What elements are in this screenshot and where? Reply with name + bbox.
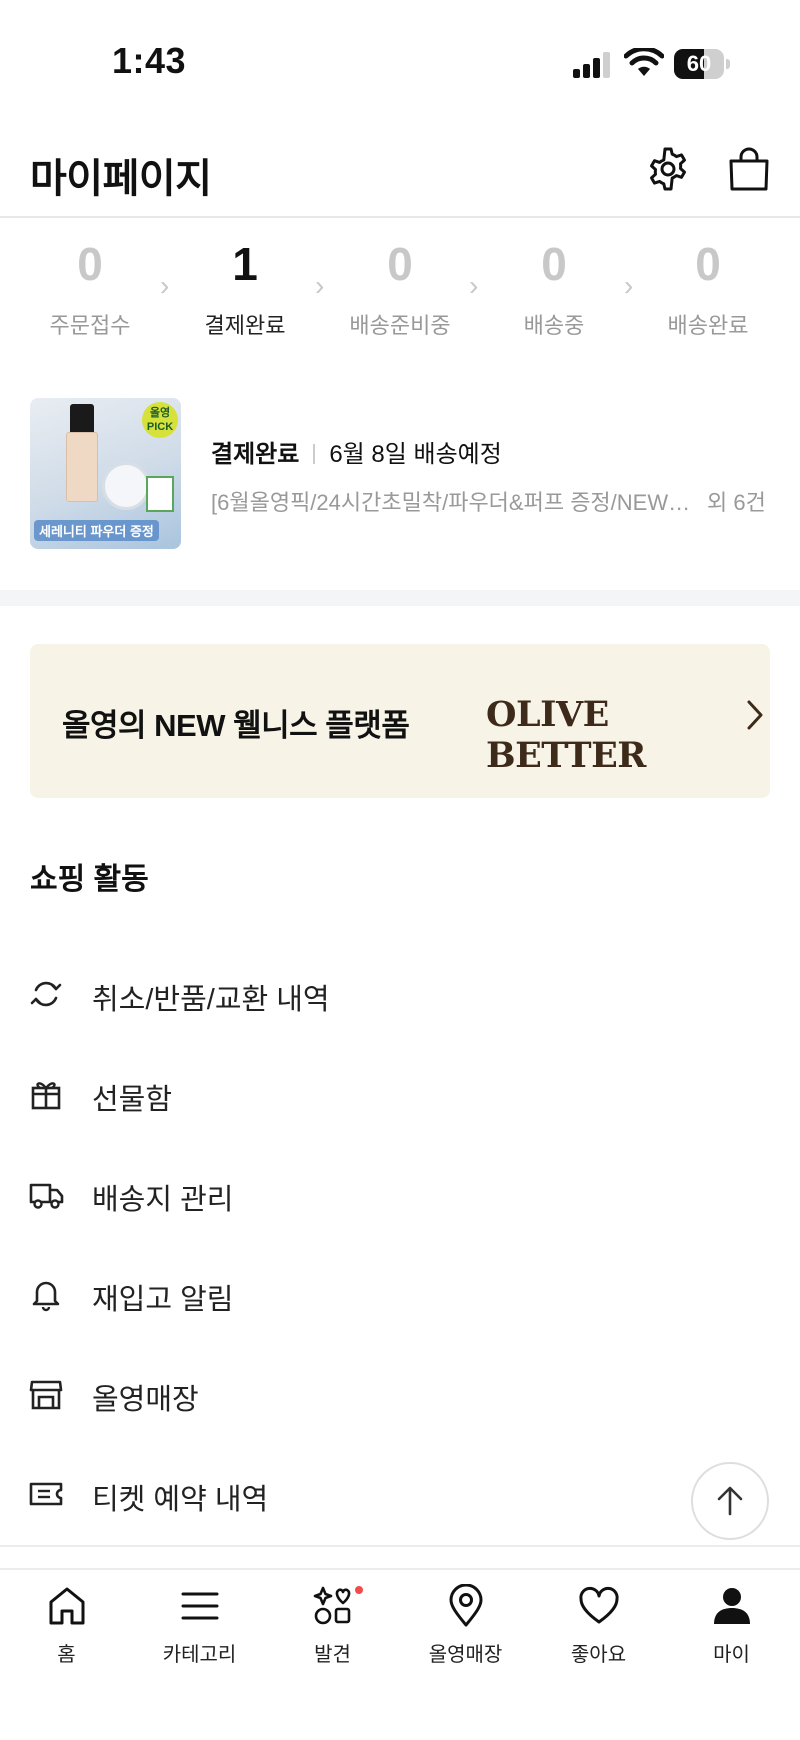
step-label: 배송완료 [667, 313, 749, 338]
chevron-right-icon [747, 700, 763, 730]
bottom-tab-bar: 홈 카테고리 발견 올영매장 좋아요 마이 [0, 1570, 800, 1740]
step-count: 0 [695, 238, 721, 290]
order-extra-count: 외 6건 [707, 490, 766, 515]
menu-item-restock-alert[interactable]: 재입고 알림 [0, 1258, 800, 1338]
thumb-badge: 올영 PICK [142, 402, 178, 438]
step-count: 0 [387, 238, 413, 290]
store-icon [29, 1380, 63, 1410]
divider [313, 444, 316, 464]
menu-item-cancel-return-exchange[interactable]: 취소/반품/교환 내역 [0, 958, 800, 1038]
page-title: 마이페이지 [30, 157, 212, 201]
menu-item-address-management[interactable]: 배송지 관리 [0, 1158, 800, 1238]
ticket-icon [29, 1482, 63, 1506]
menu-label: 선물함 [92, 1084, 173, 1116]
chevron-right-icon: › [469, 270, 479, 301]
step-label: 배송중 [523, 313, 585, 338]
step-payment-complete[interactable]: 1 결제완료 [170, 232, 320, 340]
step-shipping[interactable]: 0 배송중 [479, 232, 629, 340]
tab-label: 홈 [57, 1644, 76, 1666]
order-status: 결제완료 [211, 441, 300, 468]
notification-dot [355, 1586, 363, 1594]
order-status-steps: 0 주문접수 › 1 결제완료 › 0 배송준비중 › 0 배송중 › 0 배송… [0, 232, 800, 362]
menu-label: 올영매장 [92, 1384, 199, 1416]
menu-label: 배송지 관리 [92, 1184, 234, 1216]
header: 마이페이지 [0, 118, 800, 218]
tab-label: 카테고리 [162, 1644, 237, 1666]
tab-label: 마이 [713, 1644, 750, 1666]
tab-category[interactable]: 카테고리 [133, 1584, 266, 1684]
menu-item-gift-box[interactable]: 선물함 [0, 1058, 800, 1138]
order-product-name: [6월올영픽/24시간초밀착/파우더&퍼프 증정/NEW 리뉴얼] VDL 커버… [211, 490, 691, 515]
delivery-truck-icon [29, 1183, 64, 1209]
menu-label: 재입고 알림 [92, 1284, 234, 1316]
recent-order-card[interactable]: 올영 PICK 세레니티 파우더 증정 결제완료 6월 8일 배송예정 [6월올영… [0, 398, 800, 550]
tab-home[interactable]: 홈 [0, 1584, 133, 1684]
gear-icon[interactable] [645, 146, 691, 192]
chevron-right-icon: › [315, 270, 325, 301]
menu-item-ticket-reservation[interactable]: 티켓 예약 내역 [0, 1458, 800, 1538]
order-info: 결제완료 6월 8일 배송예정 [6월올영픽/24시간초밀착/파우더&퍼프 증정/… [211, 434, 771, 517]
menu-label: 티켓 예약 내역 [92, 1484, 269, 1516]
chevron-right-icon: › [624, 270, 634, 301]
wifi-icon [624, 48, 664, 76]
step-count: 1 [232, 238, 258, 290]
arrow-up-icon [717, 1486, 743, 1516]
menu-label: 취소/반품/교환 내역 [92, 984, 330, 1016]
tab-store[interactable]: 올영매장 [399, 1584, 532, 1684]
delivery-date: 6월 8일 배송예정 [329, 441, 502, 468]
banner-brand: OLIVE BETTER [486, 694, 646, 776]
tab-label: 올영매장 [428, 1644, 503, 1666]
step-preparing[interactable]: 0 배송준비중 [325, 232, 475, 340]
section-title: 쇼핑 활동 [30, 863, 149, 896]
status-time: 1:43 [112, 40, 187, 81]
section-divider [0, 590, 800, 606]
thumb-banner: 세레니티 파우더 증정 [34, 520, 159, 541]
step-count: 0 [541, 238, 567, 290]
battery-icon: 60 [674, 49, 730, 79]
step-label: 결제완료 [204, 313, 286, 338]
location-pin-icon [449, 1584, 482, 1627]
tab-my[interactable]: 마이 [665, 1584, 798, 1684]
step-order-received[interactable]: 0 주문접수 [15, 232, 165, 340]
step-label: 배송준비중 [349, 313, 451, 338]
cellular-signal-icon [573, 52, 610, 78]
bell-icon [32, 1281, 60, 1312]
tab-likes[interactable]: 좋아요 [532, 1584, 665, 1684]
scroll-to-top-button[interactable] [691, 1462, 769, 1540]
shopping-bag-icon[interactable] [726, 146, 772, 192]
discover-icon [313, 1586, 350, 1625]
person-icon [713, 1588, 750, 1624]
product-thumbnail[interactable]: 올영 PICK 세레니티 파우더 증정 [30, 398, 181, 549]
step-count: 0 [77, 238, 103, 290]
status-bar: 1:43 60 [0, 0, 800, 118]
banner-text: 올영의 NEW 웰니스 플랫폼 [62, 708, 410, 743]
menu-icon [181, 1592, 218, 1620]
tab-label: 발견 [314, 1644, 351, 1666]
chevron-right-icon: › [160, 270, 170, 301]
gift-icon [31, 1082, 61, 1110]
step-delivered[interactable]: 0 배송완료 [633, 232, 783, 340]
battery-level: 60 [686, 51, 712, 76]
home-icon [49, 1587, 84, 1625]
exchange-icon [30, 981, 62, 1007]
heart-icon [578, 1586, 619, 1624]
menu-item-store[interactable]: 올영매장 [0, 1358, 800, 1438]
tab-discover[interactable]: 발견 [266, 1584, 399, 1684]
step-label: 주문접수 [49, 313, 131, 338]
divider [0, 1545, 800, 1547]
tab-label: 좋아요 [570, 1644, 627, 1666]
olive-better-banner[interactable]: 올영의 NEW 웰니스 플랫폼 OLIVE BETTER [30, 644, 770, 798]
